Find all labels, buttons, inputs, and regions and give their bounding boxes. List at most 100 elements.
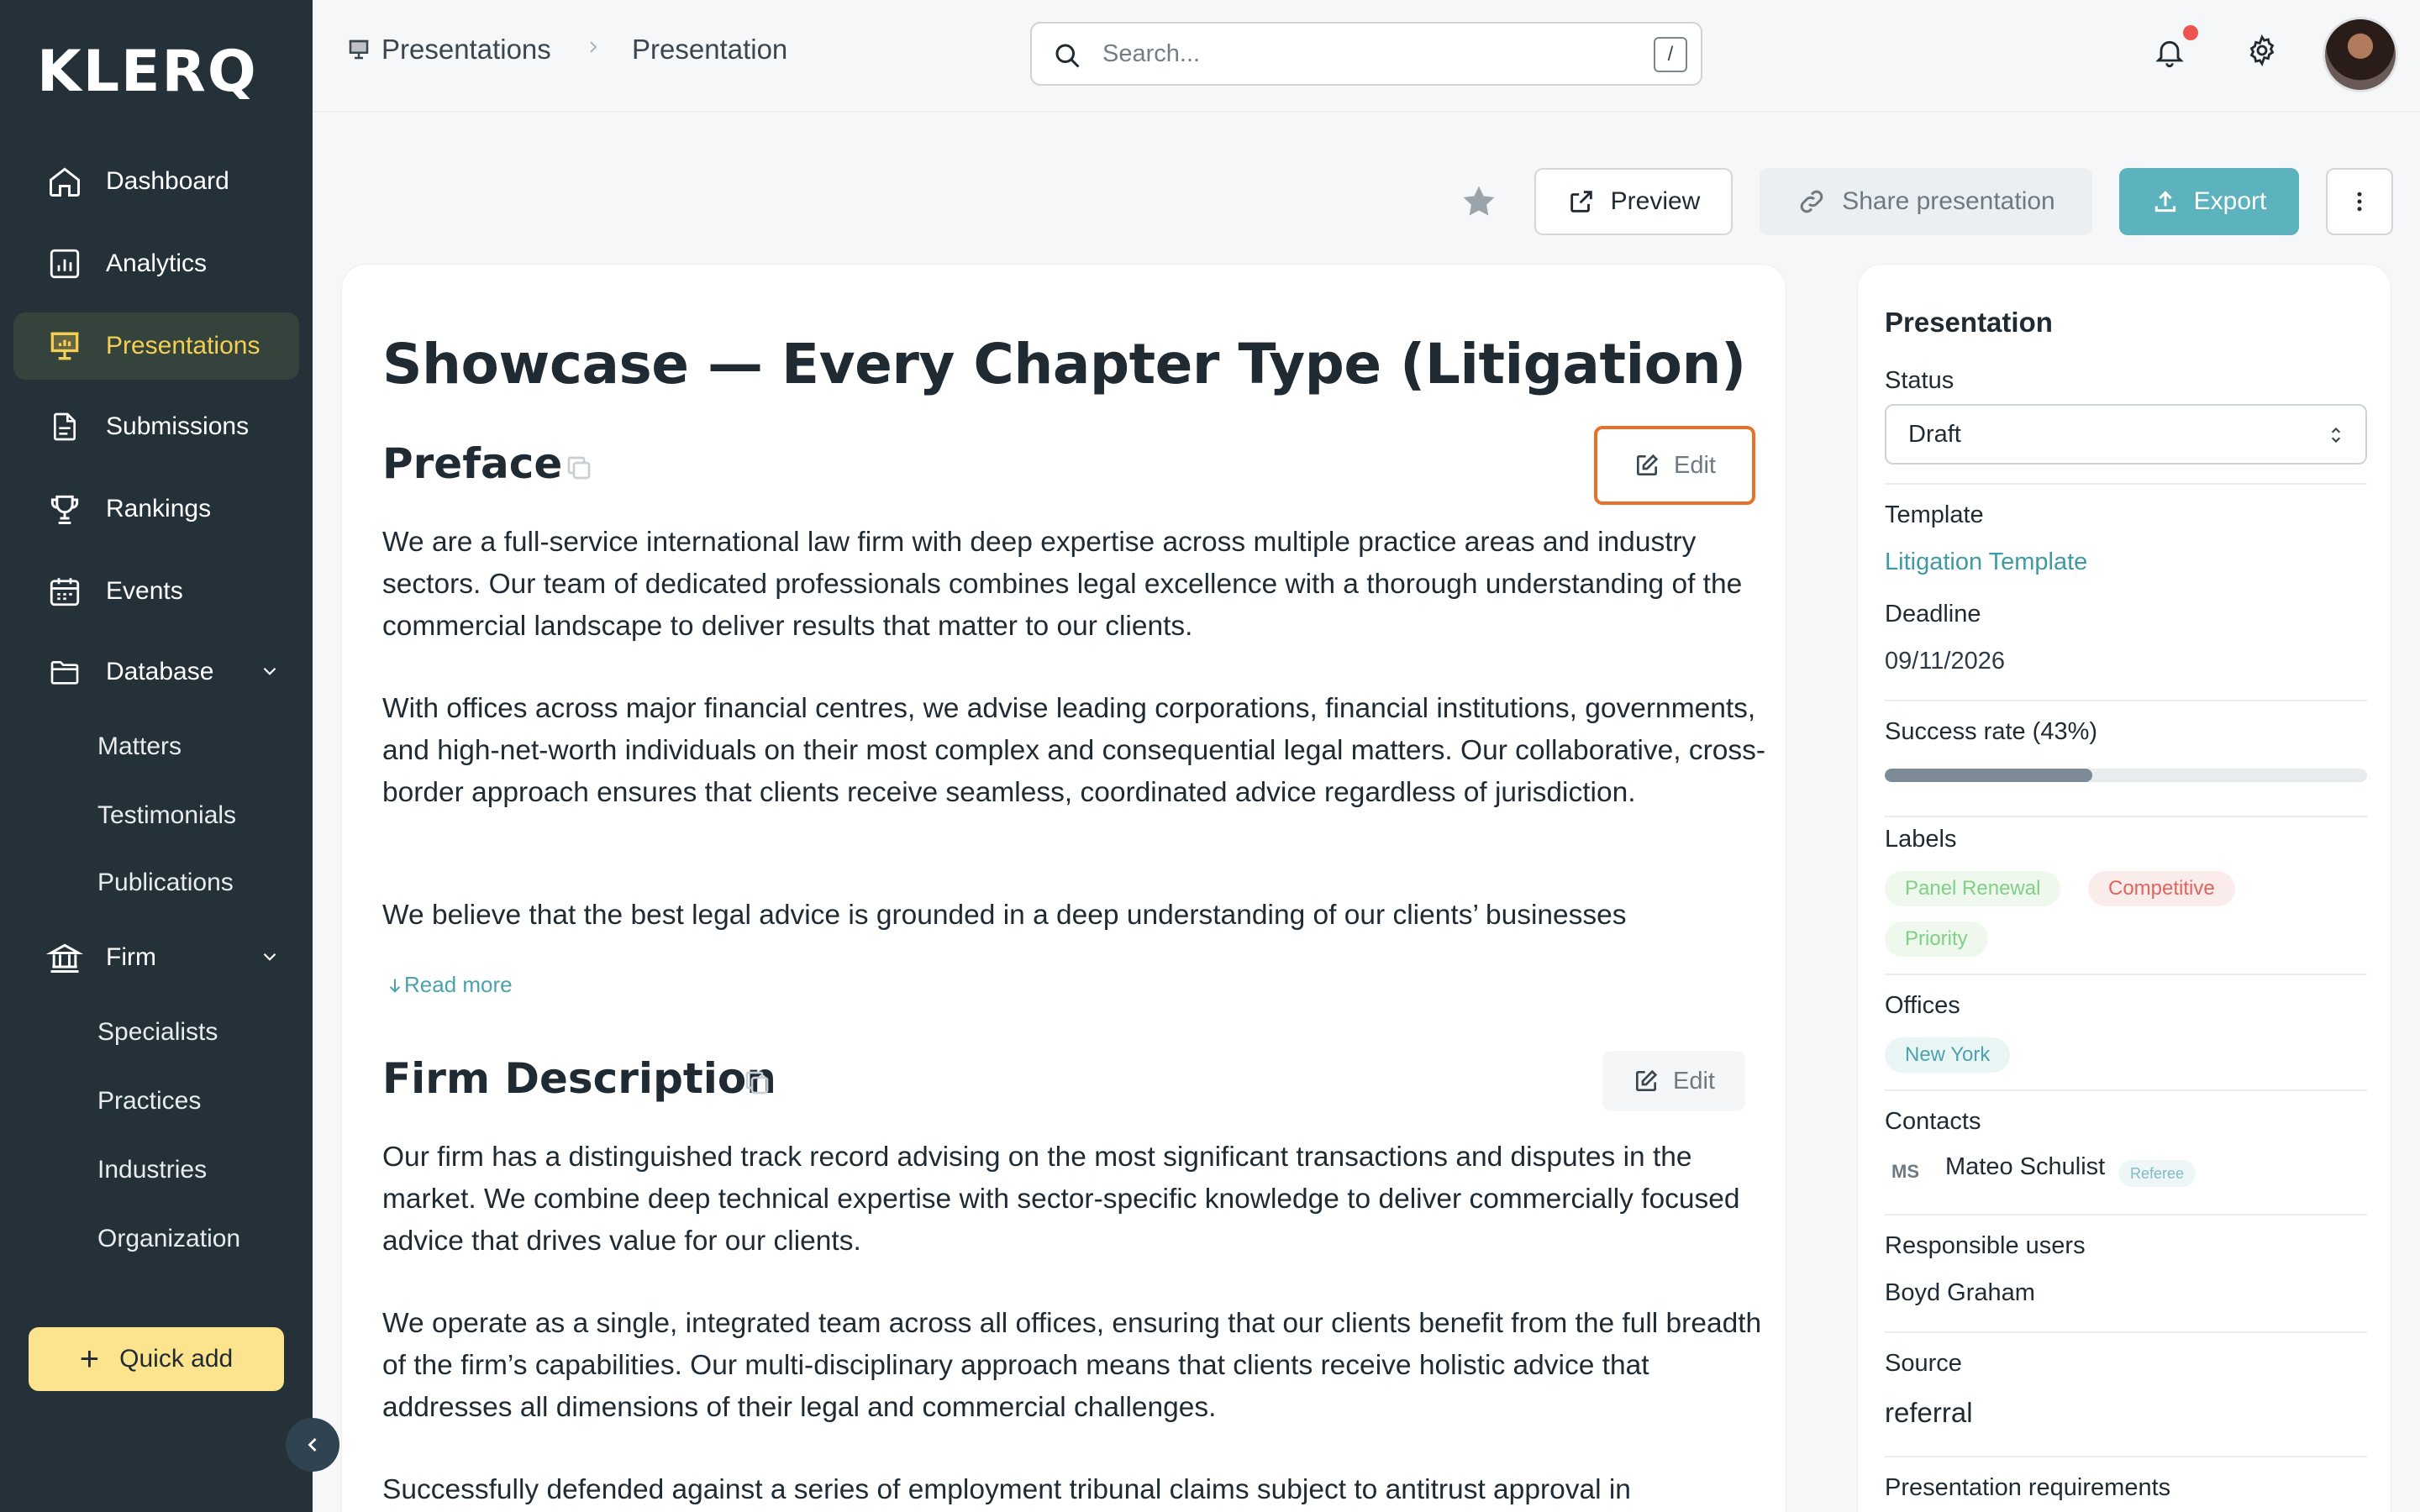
label-chip-priority[interactable]: Priority — [1885, 921, 1988, 957]
sidebar-item-submissions[interactable]: Submissions — [13, 393, 299, 460]
sidebar-item-presentations[interactable]: Presentations — [13, 312, 299, 380]
sidebar-item-label: Rankings — [106, 495, 212, 522]
sidebar-subitem-matters[interactable]: Matters — [97, 732, 182, 761]
success-rate-fill — [1885, 769, 2092, 782]
notifications-bell-icon[interactable] — [2153, 34, 2186, 75]
source-label: Source — [1885, 1350, 1962, 1377]
sidebar-subitem-specialists[interactable]: Specialists — [97, 1018, 218, 1047]
template-link[interactable]: Litigation Template — [1885, 549, 2087, 576]
chevron-down-icon[interactable] — [259, 660, 281, 686]
search-bar[interactable]: Search... / — [1030, 22, 1702, 86]
responsible-user-name: Boyd Graham — [1885, 1279, 2035, 1306]
bank-icon — [45, 938, 84, 977]
read-more-label: Read more — [404, 972, 513, 997]
sidebar-subitem-practices[interactable]: Practices — [97, 1087, 201, 1116]
more-options-button[interactable] — [2326, 168, 2393, 235]
sidebar-subitem-testimonials[interactable]: Testimonials — [97, 801, 236, 830]
office-chip-new-york[interactable]: New York — [1885, 1037, 2011, 1073]
home-icon — [45, 162, 84, 201]
share-presentation-button[interactable]: Share presentation — [1760, 168, 2092, 235]
read-more-link[interactable]: Read more — [386, 972, 513, 998]
divider — [1885, 1456, 2367, 1457]
preface-paragraph-1: We are a full-service international law … — [382, 527, 1743, 642]
search-input[interactable]: Search... — [1102, 40, 1200, 68]
favorite-star-icon[interactable] — [1459, 181, 1499, 226]
quick-add-button[interactable]: + Quick add — [29, 1327, 284, 1391]
folder-icon — [45, 653, 84, 691]
template-label: Template — [1885, 501, 1984, 528]
preview-button[interactable]: Preview — [1534, 168, 1733, 235]
notification-dot — [2183, 25, 2198, 40]
document-title: Showcase — Every Chapter Type (Litigatio… — [382, 332, 1746, 396]
sidebar-item-firm[interactable]: Firm — [13, 924, 299, 991]
sidebar-item-label: Presentations — [106, 332, 260, 360]
divider — [1885, 816, 2367, 817]
section-heading-firm-description: Firm Description — [382, 1054, 776, 1103]
success-rate-label: Success rate (43%) — [1885, 718, 2098, 745]
edit-label: Edit — [1674, 451, 1716, 479]
user-avatar[interactable] — [2323, 17, 2398, 92]
sidebar-item-rankings[interactable]: Rankings — [13, 475, 299, 543]
sidebar-item-label: Submissions — [106, 412, 250, 440]
breadcrumb-current: Presentation — [632, 34, 788, 65]
sidebar-item-label: Firm — [106, 943, 156, 971]
responsible-users-label: Responsible users — [1885, 1232, 2086, 1259]
plus-icon: + — [79, 1341, 100, 1378]
chevron-left-icon — [308, 1438, 317, 1452]
status-value: Draft — [1908, 420, 1961, 448]
sidebar-item-events[interactable]: Events — [13, 558, 299, 625]
settings-gear-icon[interactable] — [2245, 34, 2279, 71]
divider — [1885, 1214, 2367, 1215]
chevron-right-icon — [583, 37, 603, 61]
document-icon — [45, 407, 84, 446]
sidebar-item-label: Analytics — [106, 249, 208, 277]
sidebar-item-label: Dashboard — [106, 167, 229, 195]
sidebar-subitem-industries[interactable]: Industries — [97, 1156, 207, 1184]
top-bar: Presentations Presentation Search... / — [313, 0, 2420, 113]
quick-add-label: Quick add — [119, 1345, 234, 1373]
link-icon — [1800, 190, 1823, 213]
edit-label: Edit — [1673, 1067, 1715, 1095]
label-chip-competitive[interactable]: Competitive — [2088, 871, 2235, 906]
divider — [1885, 483, 2367, 485]
contact-initials: MS — [1891, 1161, 1919, 1182]
export-button[interactable]: Export — [2119, 168, 2299, 235]
panel-title: Presentation — [1885, 307, 2053, 338]
export-label: Export — [2193, 187, 2267, 215]
firm-description-paragraph-1: Our firm has a distinguished track recor… — [382, 1142, 1740, 1257]
app-logo: KLERQ — [37, 39, 258, 105]
share-label: Share presentation — [1842, 187, 2055, 215]
divider — [1885, 974, 2367, 975]
deadline-label: Deadline — [1885, 601, 1981, 627]
sidebar-item-label: Events — [106, 577, 183, 605]
firm-description-paragraph-3: Successfully defended against a series o… — [382, 1474, 1631, 1505]
offices-label: Offices — [1885, 992, 1960, 1019]
presentation-details-panel: Presentation Status Draft Template Litig… — [1857, 264, 2391, 1512]
section-heading-preface: Preface — [382, 439, 563, 488]
edit-preface-button[interactable]: Edit — [1594, 426, 1755, 505]
select-caret-icon — [2325, 423, 2347, 454]
document-card: Showcase — Every Chapter Type (Litigatio… — [341, 264, 1786, 1512]
label-chip-panel-renewal[interactable]: Panel Renewal — [1885, 871, 2061, 906]
sidebar-item-dashboard[interactable]: Dashboard — [13, 148, 299, 215]
success-rate-bar — [1885, 769, 2367, 782]
status-label: Status — [1885, 367, 1954, 394]
sidebar-item-analytics[interactable]: Analytics — [13, 230, 299, 297]
sidebar-subitem-publications[interactable]: Publications — [97, 869, 234, 897]
contact-name[interactable]: Mateo Schulist — [1945, 1153, 2105, 1181]
sidebar-item-database[interactable]: Database — [13, 638, 299, 706]
firm-description-paragraph-2: We operate as a single, integrated team … — [382, 1308, 1762, 1423]
chevron-down-icon[interactable] — [259, 946, 281, 972]
presentation-icon — [45, 327, 84, 365]
collapse-sidebar-button[interactable] — [286, 1418, 339, 1472]
sidebar-subitem-organization[interactable]: Organization — [97, 1225, 240, 1253]
edit-firm-description-button[interactable]: Edit — [1602, 1051, 1745, 1111]
labels-label: Labels — [1885, 826, 1957, 853]
breadcrumb-presentations[interactable]: Presentations — [381, 34, 551, 66]
copy-icon[interactable] — [742, 1068, 772, 1102]
external-link-icon — [1570, 191, 1592, 213]
divider — [1885, 1331, 2367, 1333]
copy-icon[interactable] — [564, 453, 594, 487]
status-select[interactable]: Draft — [1885, 404, 2367, 465]
sidebar-item-label: Database — [106, 658, 214, 685]
